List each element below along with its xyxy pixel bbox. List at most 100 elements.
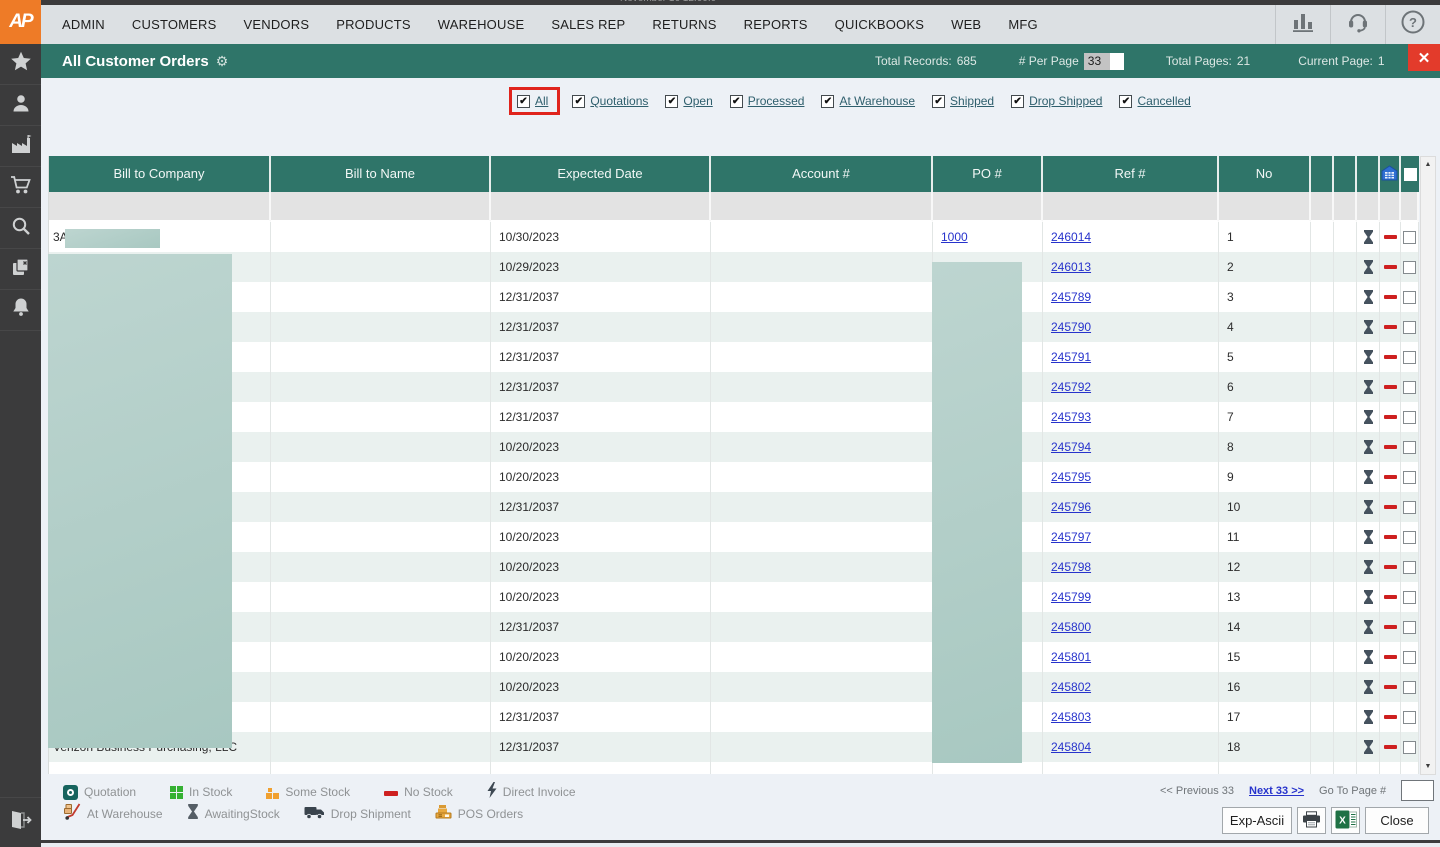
sidebar-item-favorites[interactable] xyxy=(0,44,41,85)
grid-filter-cell[interactable] xyxy=(1043,192,1219,222)
nav-item-vendors[interactable]: VENDORS xyxy=(244,17,310,32)
grid-filter-cell[interactable] xyxy=(1311,192,1334,222)
ref-link[interactable]: 246013 xyxy=(1051,260,1091,274)
ref-link[interactable]: 245797 xyxy=(1051,530,1091,544)
row-checkbox[interactable] xyxy=(1403,711,1416,724)
ref-link[interactable]: 245789 xyxy=(1051,290,1091,304)
status-filter-quotations[interactable]: ✔Quotations xyxy=(572,94,648,108)
column-header-expected-date[interactable]: Expected Date xyxy=(491,156,711,192)
nav-item-quickbooks[interactable]: QUICKBOOKS xyxy=(835,17,924,32)
grid-filter-cell[interactable] xyxy=(1380,192,1401,222)
nav-item-reports[interactable]: REPORTS xyxy=(744,17,808,32)
checkbox-shipped[interactable]: ✔ xyxy=(932,95,945,108)
scroll-down-arrow[interactable]: ▼ xyxy=(1421,759,1435,774)
row-checkbox[interactable] xyxy=(1403,471,1416,484)
row-checkbox[interactable] xyxy=(1403,411,1416,424)
nav-item-products[interactable]: PRODUCTS xyxy=(336,17,411,32)
checkbox-cancelled[interactable]: ✔ xyxy=(1119,95,1132,108)
ref-link[interactable]: 245801 xyxy=(1051,650,1091,664)
row-checkbox[interactable] xyxy=(1403,561,1416,574)
column-header-bill-to-company[interactable]: Bill to Company xyxy=(49,156,271,192)
sidebar-item-notifications[interactable] xyxy=(0,290,41,331)
nav-item-web[interactable]: WEB xyxy=(951,17,981,32)
ref-link[interactable]: 245800 xyxy=(1051,620,1091,634)
ref-link[interactable]: 245794 xyxy=(1051,440,1091,454)
scroll-up-arrow[interactable]: ▲ xyxy=(1421,157,1435,172)
grid-filter-cell[interactable] xyxy=(1334,192,1357,222)
close-button[interactable]: Close xyxy=(1365,807,1429,834)
po-link[interactable]: 1000 xyxy=(941,230,968,244)
nav-item-mfg[interactable]: MFG xyxy=(1008,17,1037,32)
reports-chart-button[interactable] xyxy=(1275,5,1330,44)
ref-link[interactable]: 245796 xyxy=(1051,500,1091,514)
row-checkbox[interactable] xyxy=(1403,441,1416,454)
checkbox-quotations[interactable]: ✔ xyxy=(572,95,585,108)
nav-item-admin[interactable]: ADMIN xyxy=(62,17,105,32)
row-checkbox[interactable] xyxy=(1403,741,1416,754)
row-checkbox[interactable] xyxy=(1403,501,1416,514)
help-button[interactable]: ? xyxy=(1385,5,1440,44)
row-checkbox[interactable] xyxy=(1403,291,1416,304)
status-filter-shipped[interactable]: ✔Shipped xyxy=(932,94,994,108)
grid-filter-cell[interactable] xyxy=(271,192,491,222)
status-filter-cancelled[interactable]: ✔Cancelled xyxy=(1119,94,1190,108)
checkbox-at-warehouse[interactable]: ✔ xyxy=(821,95,834,108)
sidebar-item-orders[interactable] xyxy=(0,167,41,208)
ref-link[interactable]: 245790 xyxy=(1051,320,1091,334)
row-checkbox[interactable] xyxy=(1403,651,1416,664)
ref-link[interactable]: 245791 xyxy=(1051,350,1091,364)
support-button[interactable] xyxy=(1330,5,1385,44)
ref-link[interactable]: 245792 xyxy=(1051,380,1091,394)
close-icon[interactable]: ✕ xyxy=(1408,44,1440,71)
row-checkbox[interactable] xyxy=(1403,351,1416,364)
ref-link[interactable]: 245804 xyxy=(1051,740,1091,754)
row-checkbox[interactable] xyxy=(1403,681,1416,694)
print-button[interactable] xyxy=(1297,807,1326,834)
ref-link[interactable]: 245803 xyxy=(1051,710,1091,724)
nav-item-returns[interactable]: RETURNS xyxy=(652,17,716,32)
column-header-bill-to-name[interactable]: Bill to Name xyxy=(271,156,491,192)
grid-filter-cell[interactable] xyxy=(1357,192,1380,222)
nav-item-customers[interactable]: CUSTOMERS xyxy=(132,17,217,32)
grid-filter-cell[interactable] xyxy=(1219,192,1311,222)
column-header-ref[interactable]: Ref # xyxy=(1043,156,1219,192)
export-excel-button[interactable]: X xyxy=(1331,807,1360,834)
goto-page-input[interactable] xyxy=(1401,780,1434,801)
sidebar-item-documents[interactable] xyxy=(0,249,41,290)
nav-item-sales-rep[interactable]: SALES REP xyxy=(551,17,625,32)
per-page-input[interactable]: 33 xyxy=(1084,53,1124,70)
status-filter-all[interactable]: ✔All xyxy=(509,87,560,115)
ref-link[interactable]: 245793 xyxy=(1051,410,1091,424)
grid-filter-cell[interactable] xyxy=(491,192,711,222)
checkbox-all[interactable]: ✔ xyxy=(517,95,530,108)
row-checkbox[interactable] xyxy=(1403,621,1416,634)
grid-filter-cell[interactable] xyxy=(1401,192,1419,222)
next-page-link[interactable]: Next 33 >> xyxy=(1249,785,1304,797)
ref-link[interactable]: 245795 xyxy=(1051,470,1091,484)
nav-item-warehouse[interactable]: WAREHOUSE xyxy=(438,17,525,32)
status-filter-processed[interactable]: ✔Processed xyxy=(730,94,805,108)
app-logo[interactable]: AP xyxy=(0,0,41,44)
sidebar-item-warehouse[interactable] xyxy=(0,126,41,167)
row-checkbox[interactable] xyxy=(1403,381,1416,394)
grid-filter-cell[interactable] xyxy=(711,192,933,222)
sidebar-item-search[interactable] xyxy=(0,208,41,249)
checkbox-open[interactable]: ✔ xyxy=(665,95,678,108)
grid-filter-cell[interactable] xyxy=(933,192,1043,222)
ref-link[interactable]: 245802 xyxy=(1051,680,1091,694)
select-all-checkbox[interactable] xyxy=(1404,168,1417,181)
ref-link[interactable]: 246014 xyxy=(1051,230,1091,244)
exp-ascii-button[interactable]: Exp-Ascii xyxy=(1222,807,1292,834)
column-header-no[interactable]: No xyxy=(1219,156,1311,192)
sidebar-item-logout[interactable] xyxy=(0,797,41,847)
row-checkbox[interactable] xyxy=(1403,531,1416,544)
checkbox-drop-shipped[interactable]: ✔ xyxy=(1011,95,1024,108)
status-filter-at-warehouse[interactable]: ✔At Warehouse xyxy=(821,94,915,108)
status-filter-drop-shipped[interactable]: ✔Drop Shipped xyxy=(1011,94,1102,108)
row-checkbox[interactable] xyxy=(1403,321,1416,334)
ref-link[interactable]: 245798 xyxy=(1051,560,1091,574)
column-header-po[interactable]: PO # xyxy=(933,156,1043,192)
previous-page-link[interactable]: << Previous 33 xyxy=(1160,785,1234,797)
gear-icon[interactable]: ⚙ xyxy=(216,53,229,70)
grid-filter-cell[interactable] xyxy=(49,192,271,222)
